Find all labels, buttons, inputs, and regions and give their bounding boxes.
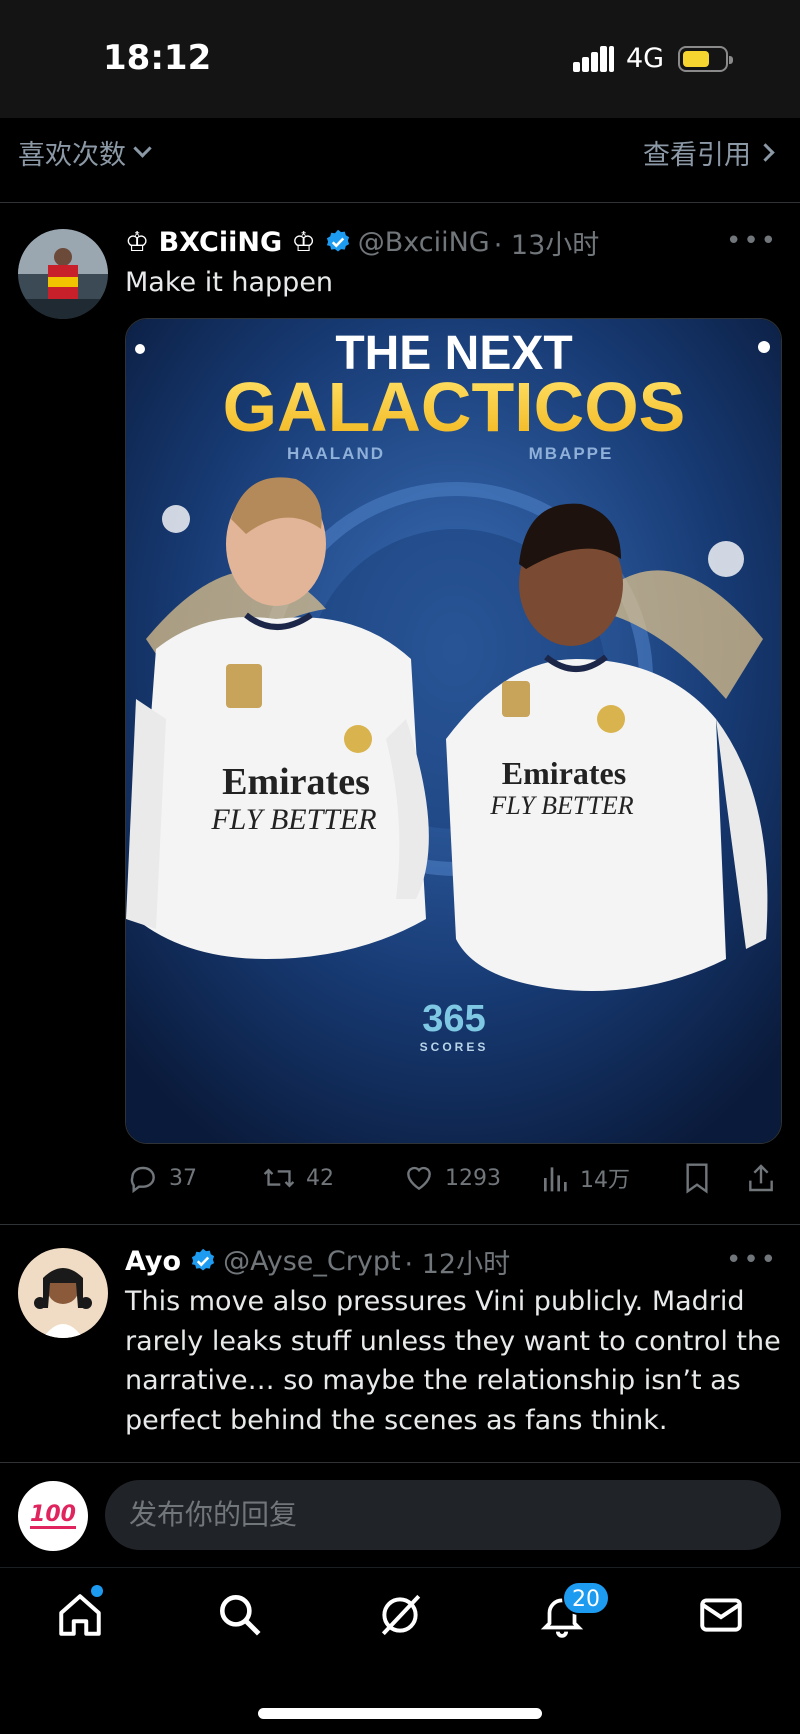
tweet-media-image[interactable]: THE NEXT GALACTICOS HAALAND MBAPPE Emira…	[125, 318, 782, 1144]
share-button[interactable]	[745, 1162, 777, 1194]
avatar[interactable]	[18, 1248, 108, 1338]
more-options-icon[interactable]: •••	[726, 1245, 778, 1275]
timestamp: · 13小时	[493, 229, 600, 261]
media-sponsor-left-2: FLY BETTER	[210, 803, 376, 836]
tweet-text: This move also pressures Vini publicly. …	[125, 1286, 781, 1436]
network-type: 4G	[626, 43, 665, 74]
search-icon[interactable]	[215, 1590, 265, 1640]
display-name[interactable]: Ayo	[125, 1246, 181, 1277]
tweet-text: Make it happen	[125, 267, 334, 298]
home-badge-dot	[91, 1585, 103, 1597]
media-brand-bottom: SCORES	[420, 1040, 489, 1054]
media-brand-top: 365	[422, 998, 485, 1040]
avatar[interactable]	[18, 229, 108, 319]
reply-count: 37	[169, 1165, 197, 1191]
more-options-icon[interactable]: •••	[726, 226, 778, 256]
likes-count-label: 喜欢次数	[18, 140, 126, 171]
heart-icon	[407, 1166, 431, 1191]
display-name[interactable]: ♔ BXCiiNG ♔	[125, 227, 316, 258]
media-sponsor-left-1: Emirates	[222, 761, 370, 803]
chevron-right-icon	[756, 143, 775, 162]
avatar-emoji-label: 100	[30, 1501, 76, 1529]
retweet-icon	[263, 1168, 295, 1188]
signal-icon	[573, 46, 615, 72]
views-button[interactable]: 14万	[542, 1162, 630, 1194]
view-quotes-link[interactable]: 查看引用	[643, 133, 775, 172]
messages-icon[interactable]	[696, 1590, 746, 1640]
like-button[interactable]: 1293	[403, 1162, 501, 1194]
tweet-header: ♔ BXCiiNG ♔ @BxciiNG · 13小时	[125, 224, 600, 261]
retweet-count: 42	[306, 1165, 334, 1191]
verified-badge-icon	[192, 1248, 215, 1271]
media-player-left: HAALAND	[287, 444, 385, 463]
tweet-actions: 37 42 1293 14万	[125, 1158, 785, 1198]
handle[interactable]: @Ayse_Crypt	[223, 1246, 400, 1277]
divider	[0, 1224, 800, 1225]
notifications-badge: 20	[562, 1581, 610, 1615]
share-icon	[749, 1164, 773, 1192]
status-time: 18:12	[103, 38, 212, 78]
battery-icon	[678, 46, 733, 72]
views-count: 14万	[580, 1168, 630, 1193]
bookmark-icon	[686, 1163, 708, 1194]
reply-button[interactable]: 37	[127, 1162, 197, 1194]
hundred-emoji-avatar: 100	[18, 1481, 88, 1551]
handle[interactable]: @BxciiNG	[358, 227, 490, 258]
verified-badge-icon	[326, 229, 349, 252]
retweet-button[interactable]: 42	[262, 1162, 334, 1194]
like-count: 1293	[445, 1165, 501, 1191]
views-icon	[544, 1167, 567, 1192]
view-quotes-label: 查看引用	[643, 140, 751, 171]
media-headline-2: GALACTICOS	[223, 368, 686, 446]
likes-count-dropdown[interactable]: 喜欢次数	[18, 133, 152, 172]
home-indicator[interactable]	[258, 1708, 542, 1719]
bookmark-button[interactable]	[683, 1162, 711, 1194]
grok-icon[interactable]	[375, 1590, 425, 1640]
media-sponsor-right-2: FLY BETTER	[489, 791, 633, 820]
status-bar: 18:12 4G	[0, 0, 800, 118]
chevron-down-icon	[133, 139, 152, 158]
media-sponsor-right-1: Emirates	[502, 755, 626, 791]
tweet-header: Ayo @Ayse_Crypt · 12小时	[125, 1243, 511, 1280]
reply-icon	[130, 1166, 155, 1194]
media-player-right: MBAPPE	[529, 444, 614, 463]
timestamp: · 12小时	[404, 1248, 511, 1280]
home-icon[interactable]	[55, 1590, 105, 1640]
reply-input[interactable]: 发布你的回复	[105, 1480, 781, 1550]
